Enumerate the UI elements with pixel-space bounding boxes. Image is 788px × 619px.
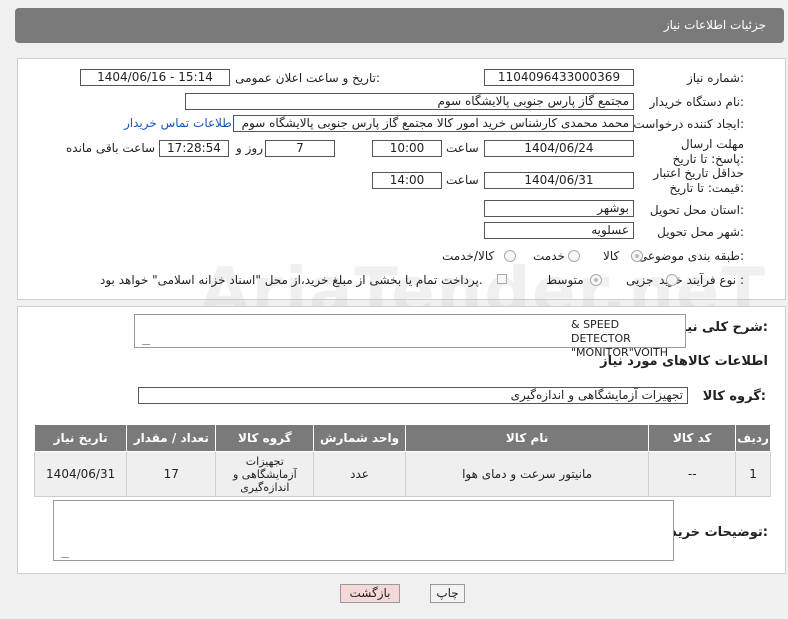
col-group-header: گروه کالا bbox=[215, 424, 315, 452]
remaining-time-word: ساعت باقی مانده bbox=[66, 141, 156, 155]
goods-info-title: اطلاعات کالاهای مورد نیاز bbox=[600, 354, 768, 369]
requester-field: محمد محمدی کارشناس خرید امور کالا مجتمع … bbox=[233, 115, 634, 132]
goods-group-label: گروه کالا: bbox=[702, 389, 766, 404]
resize-grip-icon[interactable] bbox=[133, 336, 151, 345]
process-medium-radio[interactable] bbox=[590, 274, 602, 286]
category-goods-label: کالا bbox=[603, 249, 620, 263]
category-label: طبقه بندی موضوعی: bbox=[637, 249, 744, 263]
price-validity-date-field: 1404/06/31 bbox=[484, 172, 634, 189]
days-remaining-field: 7 bbox=[265, 140, 335, 157]
col-code-header: کد کالا bbox=[648, 424, 737, 452]
cell-name: مانیتور سرعت و دمای هوا bbox=[404, 451, 650, 497]
cell-group: تجهیزات آزمایشگاهی و اندازه‌گیری bbox=[215, 451, 315, 497]
need-summary-label: شرح کلی نیاز: bbox=[674, 320, 768, 335]
category-service-label: خدمت bbox=[533, 249, 565, 263]
category-goods-service-label: کالا/خدمت bbox=[442, 249, 495, 263]
category-goods-service-radio[interactable] bbox=[504, 250, 516, 262]
category-goods-radio[interactable] bbox=[631, 250, 643, 262]
treasury-payment-note: پرداخت تمام یا بخشی از مبلغ خرید،از محل … bbox=[100, 273, 483, 287]
need-number-label: شماره نیاز: bbox=[686, 71, 744, 85]
requester-label: ایجاد کننده درخواست: bbox=[633, 117, 744, 131]
buyer-org-field: مجتمع گاز پارس جنوبی پالایشگاه سوم bbox=[185, 93, 634, 110]
deadline-date-field: 1404/06/24 bbox=[484, 140, 634, 157]
table-row: 1404/06/31 17 تجهیزات آزمایشگاهی و انداز… bbox=[33, 451, 771, 497]
page-title: جزئیات اطلاعات نیاز bbox=[663, 18, 766, 32]
cell-date: 1404/06/31 bbox=[33, 451, 128, 497]
deadline-time-field: 10:00 bbox=[372, 140, 442, 157]
print-button[interactable]: چاپ bbox=[430, 584, 465, 603]
need-summary-textarea: & SPEED DETECTOR "MONITOR"VOITH bbox=[133, 314, 686, 359]
city-field: عسلویه bbox=[484, 222, 634, 239]
process-minor-radio[interactable] bbox=[666, 274, 678, 286]
col-date-header: تاریخ نیاز bbox=[33, 424, 128, 452]
buyer-org-label: نام دستگاه خریدار: bbox=[649, 95, 745, 109]
col-row-header: ردیف bbox=[735, 424, 771, 452]
cell-qty: 17 bbox=[126, 451, 217, 497]
col-unit-header: واحد شمارش bbox=[313, 424, 406, 452]
cell-unit: عدد bbox=[313, 451, 406, 497]
buyer-notes-textarea bbox=[52, 500, 674, 561]
buyer-contact-link[interactable]: اطلاعات تماس خریدار bbox=[124, 116, 235, 130]
buyer-notes-label: توضیحات خریدار: bbox=[658, 525, 768, 540]
province-field: بوشهر bbox=[484, 200, 634, 217]
price-validity-time-word: ساعت bbox=[446, 173, 479, 187]
process-minor-label: جزیی bbox=[626, 273, 654, 287]
announce-datetime-label: تاریخ و ساعت اعلان عمومی: bbox=[235, 71, 380, 85]
deadline-time-word: ساعت bbox=[446, 141, 479, 155]
process-medium-label: متوسط bbox=[546, 273, 584, 287]
price-validity-label: حداقل تاریخ اعتبار قیمت: تا تاریخ: bbox=[653, 166, 744, 195]
deadline-label: مهلت ارسال پاسخ: تا تاریخ: bbox=[672, 137, 744, 166]
cell-row: 1 bbox=[735, 451, 771, 497]
days-word: روز و bbox=[236, 141, 263, 155]
col-qty-header: تعداد / مقدار bbox=[126, 424, 217, 452]
price-validity-time-field: 14:00 bbox=[372, 172, 442, 189]
province-label: استان محل تحویل: bbox=[649, 203, 744, 217]
remaining-time-field: 17:28:54 bbox=[159, 140, 229, 157]
cell-code: -- bbox=[648, 451, 737, 497]
page-header: جزئیات اطلاعات نیاز bbox=[15, 8, 784, 43]
goods-group-field: تجهیزات آزمایشگاهی و اندازه‌گیری bbox=[138, 387, 688, 404]
table-header-row: تاریخ نیاز تعداد / مقدار گروه کالا واحد … bbox=[33, 424, 771, 452]
category-service-radio[interactable] bbox=[568, 250, 580, 262]
need-number-field: 1104096433000369 bbox=[484, 69, 634, 86]
col-name-header: نام کالا bbox=[404, 424, 650, 452]
treasury-payment-checkbox[interactable] bbox=[497, 274, 507, 284]
back-button[interactable]: بازگشت bbox=[340, 584, 400, 603]
city-label: شهر محل تحویل: bbox=[657, 225, 744, 239]
announce-datetime-field: 1404/06/16 - 15:14 bbox=[80, 69, 230, 86]
resize-grip-icon[interactable] bbox=[52, 549, 70, 558]
goods-table: تاریخ نیاز تعداد / مقدار گروه کالا واحد … bbox=[33, 424, 771, 497]
